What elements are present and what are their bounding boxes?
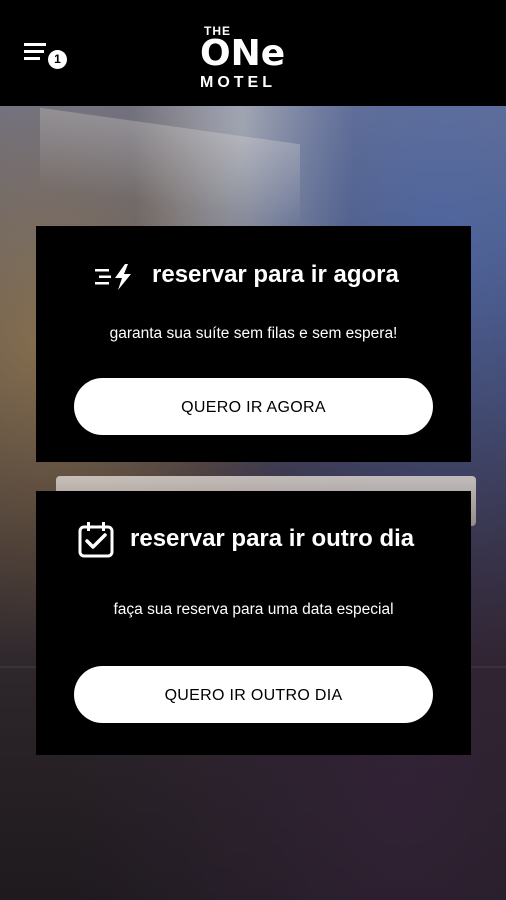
reserve-later-subtitle: faça sua reserva para uma data especial	[113, 601, 394, 618]
logo-line-motel: MOTEL	[200, 74, 276, 91]
menu-button[interactable]: 1	[24, 40, 68, 74]
app-header: 1 THE ONe MOTEL	[0, 0, 506, 106]
fast-lightning-icon	[95, 264, 131, 290]
reserve-now-card: reservar para ir agora garanta sua suíte…	[36, 226, 471, 462]
reserve-now-subtitle: garanta sua suíte sem filas e sem espera…	[109, 325, 398, 342]
reserve-now-button[interactable]: QUERO IR AGORA	[74, 378, 433, 435]
logo-line-one: ONe	[200, 33, 286, 74]
motel-logo[interactable]: THE ONe MOTEL	[196, 16, 308, 92]
notification-badge: 1	[48, 50, 67, 69]
reserve-now-title: reservar para ir agora	[152, 261, 399, 288]
ceiling-detail	[40, 107, 300, 225]
calendar-check-icon	[78, 522, 114, 558]
reserve-later-button[interactable]: QUERO IR OUTRO DIA	[74, 666, 433, 723]
reserve-later-card: reservar para ir outro dia faça sua rese…	[36, 491, 471, 755]
reserve-later-title: reservar para ir outro dia	[130, 525, 415, 552]
